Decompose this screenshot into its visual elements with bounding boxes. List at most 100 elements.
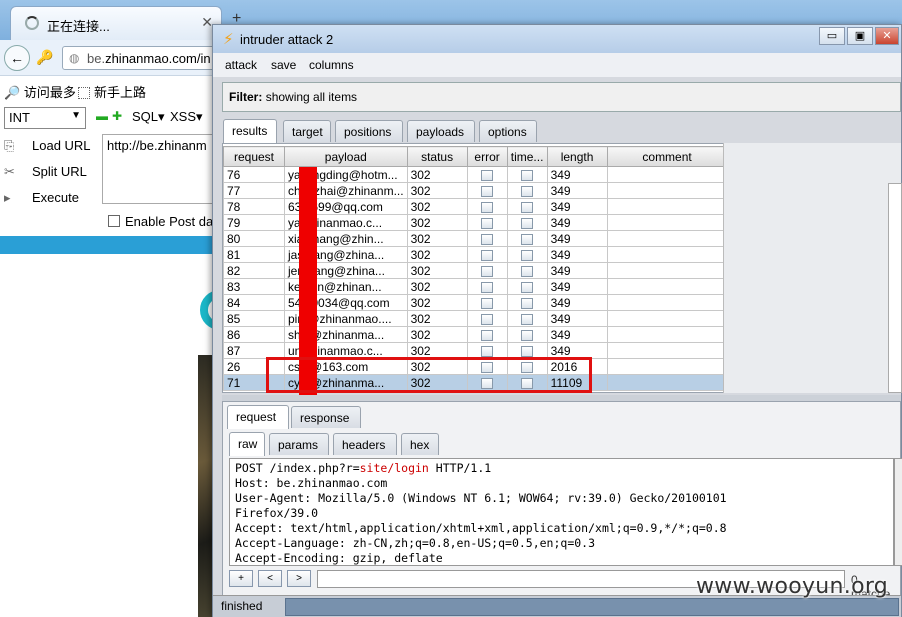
- checkbox-icon: [521, 265, 534, 277]
- loading-spinner-icon: [25, 16, 39, 30]
- cell-comment: [606, 342, 728, 359]
- cell-timeout: [506, 198, 548, 215]
- checkbox-icon: [521, 329, 534, 341]
- cell-comment: [606, 182, 728, 199]
- load-url-button[interactable]: ⎘ Load URL: [4, 138, 91, 154]
- menu-attack[interactable]: attack: [225, 58, 257, 72]
- load-url-icon: ⎘: [4, 138, 15, 153]
- execute-button[interactable]: ▸ Execute: [4, 190, 79, 206]
- search-prev-button[interactable]: <: [258, 570, 282, 587]
- tab-target[interactable]: target: [283, 120, 331, 142]
- hackbar-url-textarea[interactable]: http://be.zhinanm: [102, 134, 222, 204]
- bookmark-getting-started[interactable]: 新手上路: [78, 82, 146, 101]
- tab-options[interactable]: options: [479, 120, 537, 142]
- tab-headers[interactable]: headers: [333, 433, 397, 455]
- cell-error: [466, 230, 508, 247]
- checkbox-icon: [481, 233, 494, 245]
- search-next-button[interactable]: >: [287, 570, 311, 587]
- col-status[interactable]: status: [406, 146, 468, 167]
- cell-status: 302: [406, 198, 468, 215]
- checkbox-icon: [481, 249, 494, 261]
- menu-columns[interactable]: columns: [309, 58, 354, 72]
- chevron-down-icon: ▼: [71, 110, 81, 121]
- cell-request: 83: [223, 278, 285, 295]
- checkbox-icon: [521, 201, 534, 213]
- cell-request: 81: [223, 246, 285, 263]
- col-comment[interactable]: comment: [606, 146, 728, 167]
- cell-comment: [606, 358, 728, 375]
- key-icon[interactable]: 🔑: [36, 49, 53, 66]
- cell-comment: [606, 198, 728, 215]
- browser-tab[interactable]: 正在连接... ✕: [10, 6, 222, 40]
- cell-comment: [606, 310, 728, 327]
- int-select[interactable]: INT ▼: [4, 107, 86, 129]
- checkbox-icon: [108, 215, 120, 227]
- maximize-button[interactable]: ▣: [847, 27, 873, 45]
- search-add-button[interactable]: +: [229, 570, 253, 587]
- cell-request: 78: [223, 198, 285, 215]
- menu-save[interactable]: save: [271, 58, 296, 72]
- plus-icon[interactable]: ✚: [112, 109, 122, 123]
- bookmark-most-visited[interactable]: 🔎 访问最多: [4, 82, 76, 101]
- checkbox-icon: [521, 313, 534, 325]
- checkbox-icon: [481, 329, 494, 341]
- tab-request[interactable]: request: [227, 405, 289, 429]
- tab-params[interactable]: params: [269, 433, 329, 455]
- results-side-panel: [723, 143, 902, 393]
- highlight-box: [266, 357, 592, 393]
- back-arrow-icon[interactable]: ←: [4, 45, 30, 71]
- cell-length: 349: [546, 326, 608, 343]
- checkbox-icon: [521, 233, 534, 245]
- cell-status: 302: [406, 246, 468, 263]
- cell-comment: [606, 166, 728, 183]
- col-request[interactable]: request: [223, 146, 285, 167]
- cell-length: 349: [546, 214, 608, 231]
- window-titlebar: ⚡ intruder attack 2 ▭ ▣ ✕: [213, 25, 901, 53]
- cell-comment: [606, 294, 728, 311]
- request-scrollbar[interactable]: [894, 458, 902, 566]
- filter-bar[interactable]: Filter: showing all items: [222, 82, 901, 112]
- cell-comment: [606, 230, 728, 247]
- browser-tab-title: 正在连接...: [47, 19, 110, 34]
- col-length[interactable]: length: [546, 146, 608, 167]
- cell-timeout: [506, 294, 548, 311]
- cell-error: [466, 214, 508, 231]
- col-payload[interactable]: payload: [284, 146, 408, 167]
- sql-menu[interactable]: SQL▾: [132, 109, 165, 125]
- filter-label: Filter:: [229, 90, 263, 104]
- minus-icon[interactable]: ▬: [96, 109, 108, 123]
- col-timeout[interactable]: time...: [506, 146, 548, 167]
- cell-timeout: [506, 310, 548, 327]
- checkbox-icon: [481, 265, 494, 277]
- tab-positions[interactable]: positions: [335, 120, 403, 142]
- tab-payloads[interactable]: payloads: [407, 120, 475, 142]
- split-url-button[interactable]: ✂ Split URL: [4, 164, 87, 180]
- checkbox-icon: [481, 313, 494, 325]
- checkbox-icon: [521, 345, 534, 357]
- cell-length: 349: [546, 310, 608, 327]
- bookmark-icon: 🔎: [4, 85, 21, 100]
- cell-comment: [606, 326, 728, 343]
- cell-status: 302: [406, 230, 468, 247]
- col-error[interactable]: error: [466, 146, 508, 167]
- cell-error: [466, 246, 508, 263]
- close-button[interactable]: ✕: [875, 27, 899, 45]
- enable-post-checkbox[interactable]: Enable Post da: [108, 214, 213, 229]
- checkbox-icon: [481, 345, 494, 357]
- xss-menu[interactable]: XSS▾: [170, 109, 203, 125]
- cell-request: 80: [223, 230, 285, 247]
- side-scrollbar[interactable]: [888, 183, 902, 393]
- cell-request: 82: [223, 262, 285, 279]
- minimize-button[interactable]: ▭: [819, 27, 845, 45]
- url-bar[interactable]: ◍ be.zhinanmao.com/in: [62, 46, 222, 70]
- tab-hex[interactable]: hex: [401, 433, 439, 455]
- tab-response[interactable]: response: [291, 406, 361, 428]
- intruder-attack-window: ⚡ intruder attack 2 ▭ ▣ ✕ attack save co…: [212, 24, 902, 617]
- raw-request-text[interactable]: POST /index.php?r=site/login HTTP/1.1 Ho…: [229, 458, 894, 566]
- cell-timeout: [506, 326, 548, 343]
- tab-results[interactable]: results: [223, 119, 277, 143]
- tab-raw[interactable]: raw: [229, 432, 265, 456]
- cell-status: 302: [406, 294, 468, 311]
- cell-error: [466, 278, 508, 295]
- checkbox-icon: [481, 185, 494, 197]
